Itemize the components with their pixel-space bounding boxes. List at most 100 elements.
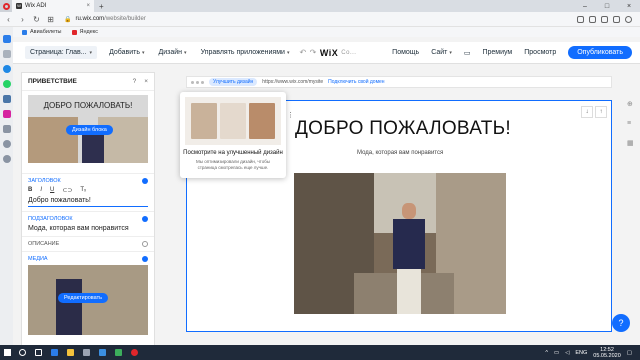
- subheading-toggle[interactable]: [142, 216, 148, 222]
- opera-menu-icon[interactable]: [0, 0, 12, 12]
- edge-icon[interactable]: [46, 349, 62, 356]
- clear-format-button[interactable]: Tₓ: [80, 187, 86, 194]
- language-indicator[interactable]: ENG: [575, 350, 587, 356]
- section-design-button[interactable]: Дизайн блока: [66, 125, 113, 135]
- edit-media-button[interactable]: Редактировать: [58, 293, 108, 303]
- volume-icon[interactable]: ◁: [565, 350, 569, 356]
- plane-icon: [22, 29, 27, 35]
- whatsapp-icon[interactable]: [2, 80, 11, 88]
- improved-design-tooltip[interactable]: Посмотрите на улучшенный дизайн Мы оптим…: [180, 92, 286, 178]
- store-icon[interactable]: [78, 349, 94, 356]
- page-title[interactable]: ДОБРО ПОЖАЛОВАТЬ!: [295, 118, 511, 140]
- improved-design-preview: [185, 97, 281, 145]
- undo-icon[interactable]: ↶: [299, 48, 306, 57]
- messenger-icon[interactable]: [2, 65, 11, 73]
- new-tab-button[interactable]: +: [94, 2, 109, 11]
- heart-icon[interactable]: [601, 15, 608, 23]
- send-icon[interactable]: [2, 125, 11, 133]
- move-down-icon[interactable]: ↓: [581, 106, 593, 118]
- url-field[interactable]: 🔒 ru.wix.com/website/builder: [60, 14, 572, 25]
- redo-icon[interactable]: ↷: [310, 48, 317, 57]
- zoom-icon[interactable]: ⊕: [627, 100, 634, 108]
- close-icon[interactable]: ×: [144, 78, 148, 85]
- back-icon[interactable]: ‹: [4, 15, 13, 24]
- site-menu[interactable]: Сайт ▾: [431, 49, 452, 56]
- browser-tab[interactable]: W Wix ADI ×: [12, 0, 94, 12]
- improve-design-badge[interactable]: Улучшить дизайн: [209, 78, 258, 86]
- device-toggle-icon[interactable]: ▭: [464, 49, 471, 57]
- tab-close-icon[interactable]: ×: [86, 3, 90, 9]
- hero-image[interactable]: [294, 173, 506, 314]
- tray-arrow-icon[interactable]: ^: [545, 350, 548, 356]
- link-button[interactable]: ⊂⊃: [62, 187, 72, 194]
- bookmark-aviabilety[interactable]: Авиабилеты: [22, 29, 62, 35]
- panel-title: ПРИВЕТСТВИЕ: [28, 78, 77, 85]
- more-options-icon[interactable]: ⋮: [287, 111, 294, 119]
- task-view-icon[interactable]: [30, 349, 46, 356]
- site-preview-bar: Улучшить дизайн https://www.wix.com/mysi…: [186, 76, 612, 88]
- network-icon[interactable]: ▭: [554, 350, 559, 356]
- speed-dial-icon[interactable]: ⊞: [46, 15, 55, 24]
- notifications-icon[interactable]: ▢: [627, 350, 632, 356]
- explorer-icon[interactable]: [62, 349, 78, 356]
- search-icon[interactable]: [14, 349, 30, 356]
- clock[interactable]: 12:52 05.05.2020: [593, 347, 621, 359]
- help-menu[interactable]: Помощь: [392, 49, 419, 56]
- download-icon[interactable]: [613, 15, 620, 23]
- preview-button[interactable]: Просмотр: [524, 49, 556, 56]
- publish-button[interactable]: Опубликовать: [568, 46, 632, 59]
- heading-label: ЗАГОЛОВОК: [28, 178, 61, 184]
- forward-icon[interactable]: ›: [18, 15, 27, 24]
- help-icon[interactable]: ?: [133, 78, 137, 85]
- opera-taskbar-icon[interactable]: [126, 349, 142, 356]
- subheading-input[interactable]: Мода, которая вам понравится: [28, 225, 148, 232]
- italic-button[interactable]: I: [40, 187, 42, 194]
- mail-icon[interactable]: [94, 349, 110, 356]
- bookmarks-bar: Авиабилеты Яндекс: [12, 27, 640, 37]
- settings-icon[interactable]: [2, 155, 11, 163]
- vk-icon[interactable]: [2, 95, 11, 103]
- panel-header: ПРИВЕТСТВИЕ ? ×: [22, 73, 154, 91]
- bookmarks-sidebar-icon[interactable]: [2, 50, 11, 58]
- window-dots-icon: [191, 80, 204, 84]
- subheading-section: ПОДЗАГОЛОВОК Мода, которая вам понравитс…: [22, 211, 154, 236]
- reload-icon[interactable]: ↻: [32, 15, 41, 24]
- premium-button[interactable]: Премиум: [482, 49, 512, 56]
- grid-icon[interactable]: ▦: [627, 139, 634, 147]
- right-tools: ⊕ ≡ ▦: [627, 100, 634, 147]
- media-section: МЕДИА Редактировать: [22, 251, 154, 342]
- media-toggle[interactable]: [142, 256, 148, 262]
- start-windows-icon[interactable]: [0, 345, 14, 360]
- chevron-down-icon: ▾: [449, 50, 452, 56]
- heading-toggle[interactable]: [142, 178, 148, 184]
- site-url: https://www.wix.com/mysite: [262, 79, 324, 85]
- description-label: ОПИСАНИЕ: [28, 241, 60, 247]
- help-question-icon[interactable]: ?: [612, 314, 630, 332]
- bold-button[interactable]: B: [28, 187, 32, 194]
- wix-right-menu: Помощь Сайт ▾ ▭ Премиум Просмотр Опублик…: [392, 46, 640, 59]
- layers-icon[interactable]: ≡: [627, 120, 634, 127]
- menu-add[interactable]: Добавить ▾: [109, 49, 144, 56]
- page-selector[interactable]: Страница: Глав... ▾: [25, 46, 98, 59]
- app-icon[interactable]: [110, 349, 126, 356]
- account-icon[interactable]: [625, 15, 632, 23]
- menu-manage-apps[interactable]: Управлять приложениями ▾: [201, 49, 290, 56]
- minimize-icon[interactable]: –: [574, 0, 596, 12]
- menu-design[interactable]: Дизайн ▾: [159, 49, 187, 56]
- window-close-icon[interactable]: ×: [618, 0, 640, 12]
- bookmark-yandex[interactable]: Яндекс: [71, 29, 98, 35]
- format-toolbar: B I U ⊂⊃ Tₓ: [28, 187, 148, 194]
- shield-icon[interactable]: [589, 15, 596, 23]
- history-icon[interactable]: [2, 140, 11, 148]
- camera-icon[interactable]: [577, 15, 584, 23]
- subheading-label: ПОДЗАГОЛОВОК: [28, 216, 73, 222]
- home-icon[interactable]: [2, 35, 11, 43]
- move-up-icon[interactable]: ↑: [595, 106, 607, 118]
- connect-domain-link[interactable]: Подключить свой домен: [328, 79, 384, 85]
- instagram-icon[interactable]: [2, 110, 11, 118]
- underline-button[interactable]: U: [50, 187, 54, 194]
- heading-input[interactable]: Добро пожаловать!: [28, 197, 148, 207]
- maximize-icon[interactable]: □: [596, 0, 618, 12]
- description-toggle[interactable]: [142, 241, 148, 247]
- page-subtitle[interactable]: Мода, которая вам понравится: [357, 150, 443, 156]
